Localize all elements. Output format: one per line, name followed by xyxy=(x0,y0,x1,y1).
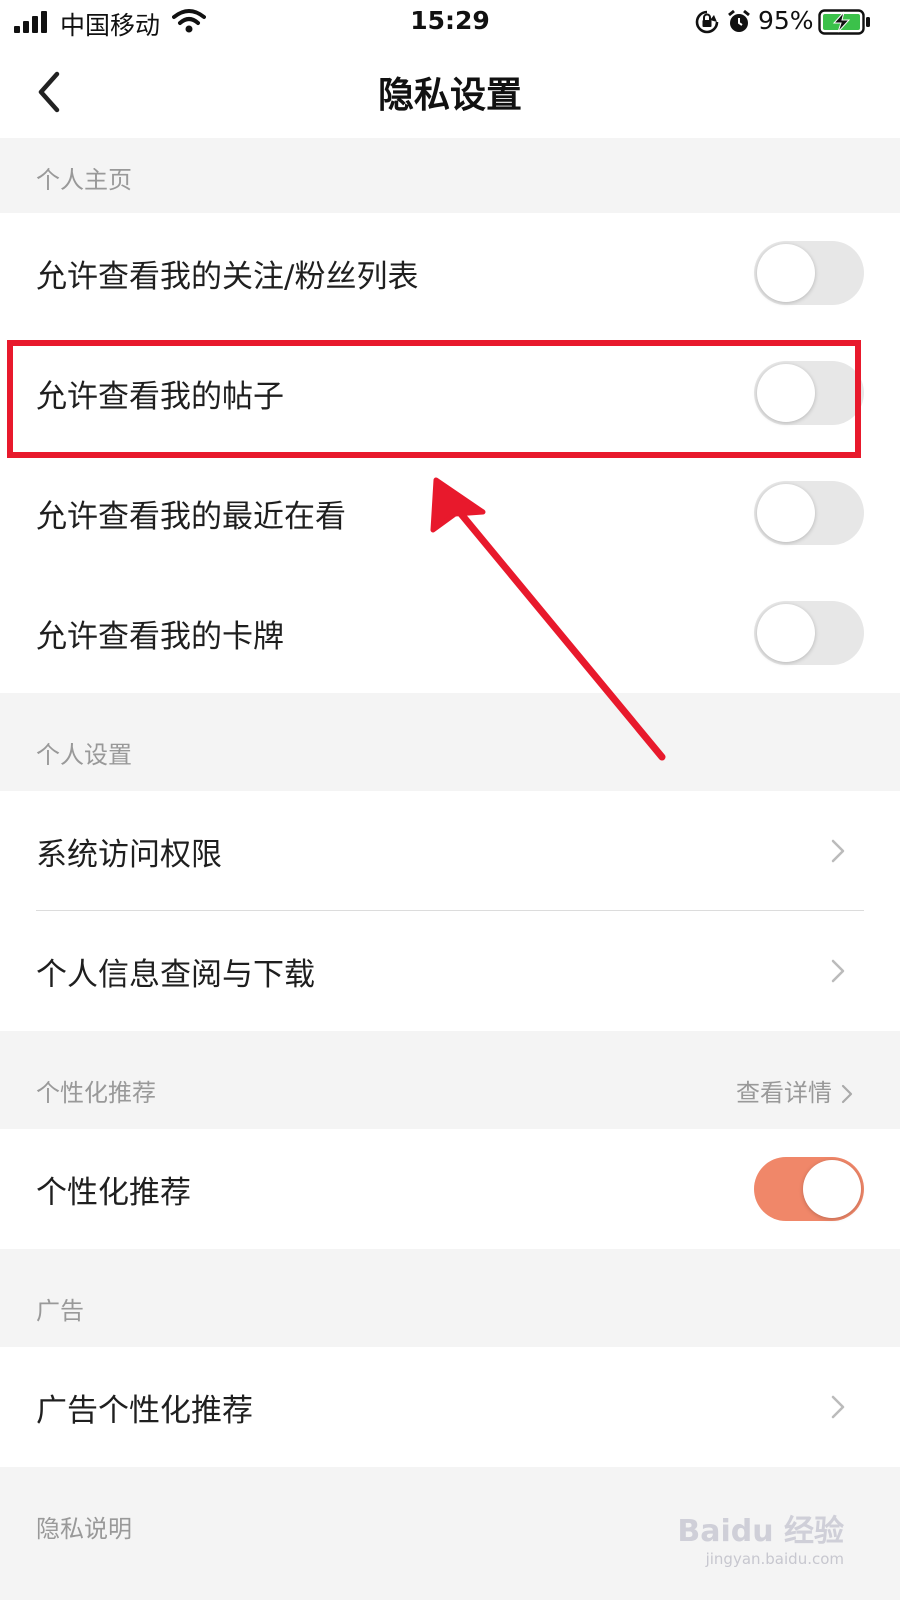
section-header-personalization: 个性化推荐 查看详情 xyxy=(0,1031,900,1129)
section-header-label: 广告 xyxy=(36,1297,84,1325)
section-header-label: 个性化推荐 xyxy=(36,1079,156,1107)
toggle-knob xyxy=(757,364,815,422)
chevron-right-icon xyxy=(831,839,845,863)
list-item-posts: 允许查看我的帖子 xyxy=(0,333,900,453)
battery-charging-icon xyxy=(818,9,870,35)
list-item-label: 广告个性化推荐 xyxy=(36,1393,253,1429)
list-item-recently-watching: 允许查看我的最近在看 xyxy=(0,453,900,573)
list-item-label: 允许查看我的帖子 xyxy=(36,379,284,415)
list-item-personal-info-download[interactable]: 个人信息查阅与下载 xyxy=(0,911,900,1031)
battery-percent: 95% xyxy=(758,6,814,35)
nav-bar: 隐私设置 xyxy=(0,46,900,139)
toggle-knob xyxy=(757,484,815,542)
watermark-url: jingyan.baidu.com xyxy=(705,1550,844,1568)
status-bar: 中国移动 15:29 95% xyxy=(0,0,900,46)
toggle-knob xyxy=(757,244,815,302)
list-item-cards: 允许查看我的卡牌 xyxy=(0,573,900,693)
chevron-right-icon xyxy=(831,1395,845,1419)
watermark-logo: Baidu 经验 jingyan.baidu.com xyxy=(674,1502,844,1582)
list-item-system-permissions[interactable]: 系统访问权限 xyxy=(0,791,900,911)
view-details-link[interactable]: 查看详情 xyxy=(736,1073,856,1108)
toggle-switch[interactable] xyxy=(754,1157,864,1221)
list-item-personalized-recommendation: 个性化推荐 xyxy=(0,1129,900,1249)
toggle-switch[interactable] xyxy=(754,601,864,665)
section-header-ads: 广告 xyxy=(0,1249,900,1347)
page-title: 隐私设置 xyxy=(377,75,522,116)
toggle-knob xyxy=(803,1160,861,1218)
list-item-label: 系统访问权限 xyxy=(36,837,222,873)
list-item-label: 允许查看我的卡牌 xyxy=(36,619,284,655)
chevron-right-icon xyxy=(831,959,845,983)
list-item-label: 允许查看我的最近在看 xyxy=(36,499,346,535)
toggle-switch[interactable] xyxy=(754,361,864,425)
toggle-knob xyxy=(757,604,815,662)
list-item-follow-list: 允许查看我的关注/粉丝列表 xyxy=(0,213,900,333)
alarm-icon xyxy=(728,9,750,32)
section-header-profile: 个人主页 xyxy=(0,138,900,213)
section-header-label: 个人设置 xyxy=(36,741,132,769)
section-header-label: 隐私说明 xyxy=(36,1515,132,1543)
chevron-right-icon xyxy=(841,1084,853,1104)
list-item-label: 个性化推荐 xyxy=(36,1175,191,1211)
view-details-label: 查看详情 xyxy=(736,1079,832,1107)
list-item-label: 个人信息查阅与下载 xyxy=(36,957,315,993)
section-header-personal-settings: 个人设置 xyxy=(0,693,900,791)
toggle-switch[interactable] xyxy=(754,481,864,545)
list-item-ad-personalization[interactable]: 广告个性化推荐 xyxy=(0,1347,900,1467)
toggle-switch[interactable] xyxy=(754,241,864,305)
orientation-lock-icon xyxy=(695,10,719,34)
section-header-label: 个人主页 xyxy=(36,166,132,194)
list-item-label: 允许查看我的关注/粉丝列表 xyxy=(36,259,419,295)
watermark-brand: Baidu 经验 xyxy=(677,1514,844,1549)
